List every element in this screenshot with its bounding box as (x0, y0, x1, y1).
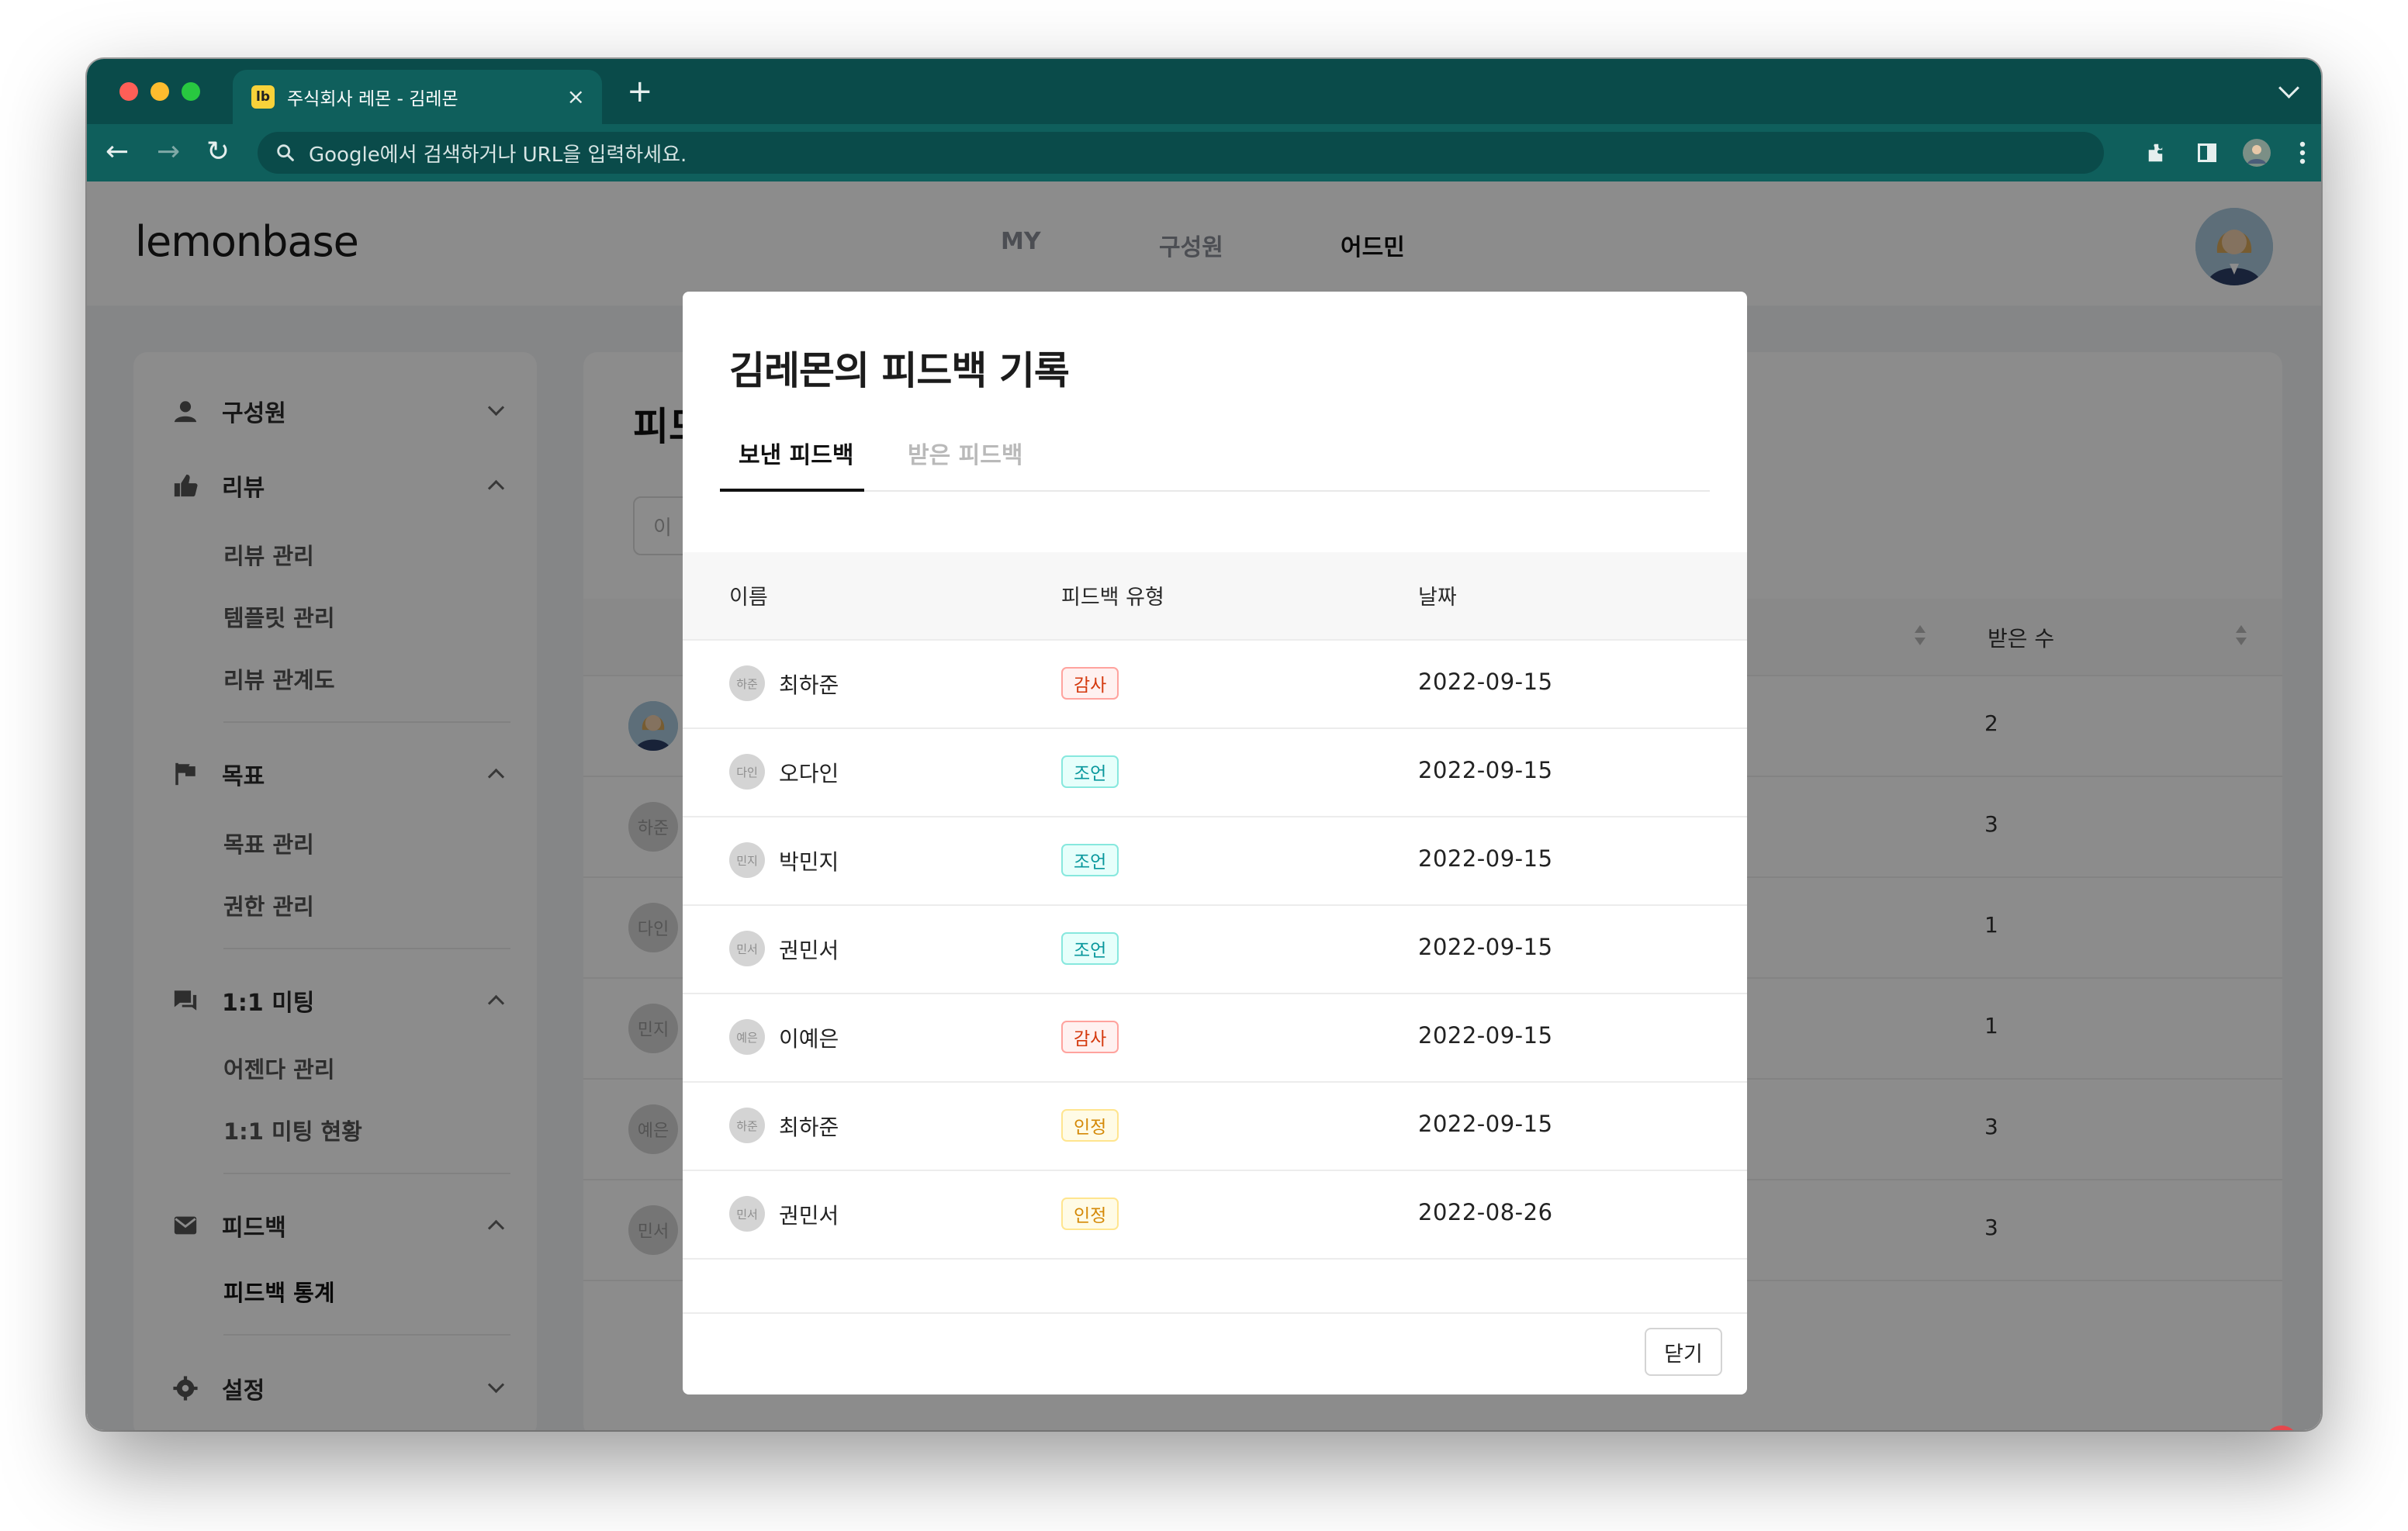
feedback-type-tag: 조언 (1061, 844, 1119, 876)
side-panel-icon[interactable] (2192, 138, 2222, 168)
back-button[interactable]: ← (106, 135, 129, 169)
table-row[interactable]: 하준 최하준 인정 2022-09-15 (683, 1081, 1747, 1171)
table-row[interactable]: 민서 권민서 조언 2022-09-15 (683, 904, 1747, 994)
member-name: 권민서 (779, 938, 839, 963)
tab-received-feedback[interactable]: 받은 피드백 (908, 436, 1022, 470)
table-row[interactable]: 예은 이예은 감사 2022-09-15 (683, 993, 1747, 1083)
member-name: 박민지 (779, 849, 839, 875)
member-name: 권민서 (779, 1203, 839, 1229)
avatar: 민서 (729, 931, 765, 966)
chevron-down-icon[interactable] (2278, 78, 2299, 98)
feedback-type-tag: 감사 (1061, 667, 1119, 700)
window-maximize-dot[interactable] (182, 82, 200, 101)
table-row[interactable]: 다인 오다인 조언 2022-09-15 (683, 727, 1747, 817)
modal-tabs: 보낸 피드백 받은 피드백 (720, 427, 1710, 492)
feedback-date: 2022-09-15 (1418, 1111, 1553, 1137)
browser-toolbar: ← → ↻ Google에서 검색하거나 URL을 입력하세요. (87, 124, 2321, 181)
tab-strip: lb 주식회사 레몬 - 김레몬 × + (87, 59, 2321, 124)
column-name: 이름 (729, 586, 768, 610)
feedback-date: 2022-09-15 (1418, 845, 1553, 872)
feedback-type-tag: 인정 (1061, 1197, 1119, 1230)
forward-button[interactable]: → (157, 135, 180, 169)
column-feedback-type: 피드백 유형 (1061, 586, 1164, 610)
member-name: 이예은 (779, 1026, 839, 1052)
address-bar[interactable]: Google에서 검색하거나 URL을 입력하세요. (258, 132, 2104, 174)
window-close-dot[interactable] (119, 82, 138, 101)
avatar: 하준 (729, 665, 765, 701)
modal-footer-divider (683, 1312, 1747, 1314)
column-date: 날짜 (1418, 586, 1457, 610)
avatar: 예은 (729, 1019, 765, 1055)
table-header: 이름 피드백 유형 날짜 (683, 552, 1747, 641)
feedback-type-tag: 인정 (1061, 1109, 1119, 1142)
browser-tab[interactable]: lb 주식회사 레몬 - 김레몬 × (233, 70, 602, 124)
feedback-date: 2022-09-15 (1418, 757, 1553, 783)
address-placeholder: Google에서 검색하거나 URL을 입력하세요. (309, 143, 687, 167)
feedback-date: 2022-09-15 (1418, 1022, 1553, 1049)
tab-close-icon[interactable]: × (567, 84, 585, 109)
table-row[interactable]: 민지 박민지 조언 2022-09-15 (683, 816, 1747, 906)
feedback-date: 2022-09-15 (1418, 934, 1553, 960)
feedback-date: 2022-09-15 (1418, 669, 1553, 695)
feedback-history-modal: 김레몬의 피드백 기록 보낸 피드백 받은 피드백 이름 피드백 유형 날짜 하… (683, 292, 1747, 1394)
avatar: 민서 (729, 1196, 765, 1232)
search-icon (277, 144, 294, 161)
window-minimize-dot[interactable] (150, 82, 169, 101)
modal-title: 김레몬의 피드백 기록 (729, 348, 1070, 393)
feedback-type-tag: 조언 (1061, 932, 1119, 965)
table-row[interactable]: 하준 최하준 감사 2022-09-15 (683, 639, 1747, 729)
member-name: 최하준 (779, 672, 839, 698)
feedback-type-tag: 조언 (1061, 755, 1119, 788)
table-row[interactable]: 민서 권민서 인정 2022-08-26 (683, 1170, 1747, 1260)
avatar: 다인 (729, 754, 765, 790)
feedback-date: 2022-08-26 (1418, 1199, 1553, 1225)
member-name: 오다인 (779, 761, 839, 786)
favicon-icon: lb (251, 85, 275, 109)
tab-title: 주식회사 레몬 - 김레몬 (287, 89, 458, 109)
new-tab-button[interactable]: + (627, 76, 653, 107)
feedback-type-tag: 감사 (1061, 1021, 1119, 1053)
active-tab-indicator (720, 489, 864, 492)
close-button[interactable]: 닫기 (1645, 1328, 1722, 1376)
avatar: 민지 (729, 842, 765, 878)
member-name: 최하준 (779, 1115, 839, 1140)
browser-menu-icon[interactable] (2295, 138, 2310, 168)
extensions-icon[interactable] (2143, 138, 2172, 168)
tab-sent-feedback[interactable]: 보낸 피드백 (739, 436, 853, 470)
avatar: 하준 (729, 1108, 765, 1143)
reload-button[interactable]: ↻ (206, 135, 230, 169)
profile-avatar-icon[interactable] (2242, 138, 2271, 168)
